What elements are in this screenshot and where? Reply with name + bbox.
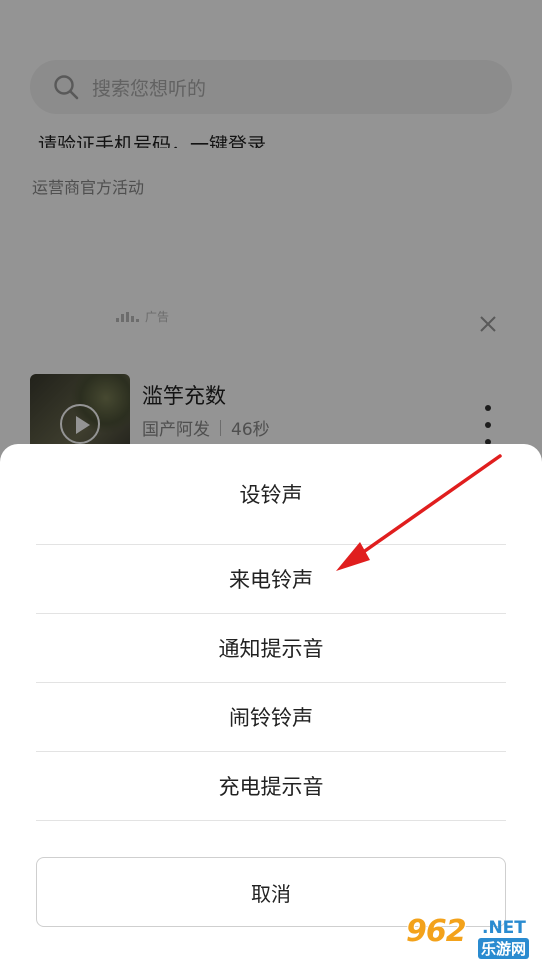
watermark-suffix: .NET (482, 918, 526, 938)
option-notification-sound[interactable]: 通知提示音 (36, 613, 506, 682)
watermark-number: 962 (406, 914, 467, 949)
watermark-site: 乐游网 (478, 938, 530, 959)
option-incoming-call-ringtone[interactable]: 来电铃声 (36, 544, 506, 613)
option-charging-sound[interactable]: 充电提示音 (36, 751, 506, 820)
option-alarm-ringtone[interactable]: 闹铃铃声 (36, 682, 506, 751)
site-watermark-logo: 962 .NET 乐游网 (402, 910, 540, 960)
ringtone-bottom-sheet: 设铃声 来电铃声 通知提示音 闹铃铃声 充电提示音 取消 (0, 444, 542, 963)
divider (36, 820, 506, 821)
sheet-title: 设铃声 (239, 483, 303, 507)
